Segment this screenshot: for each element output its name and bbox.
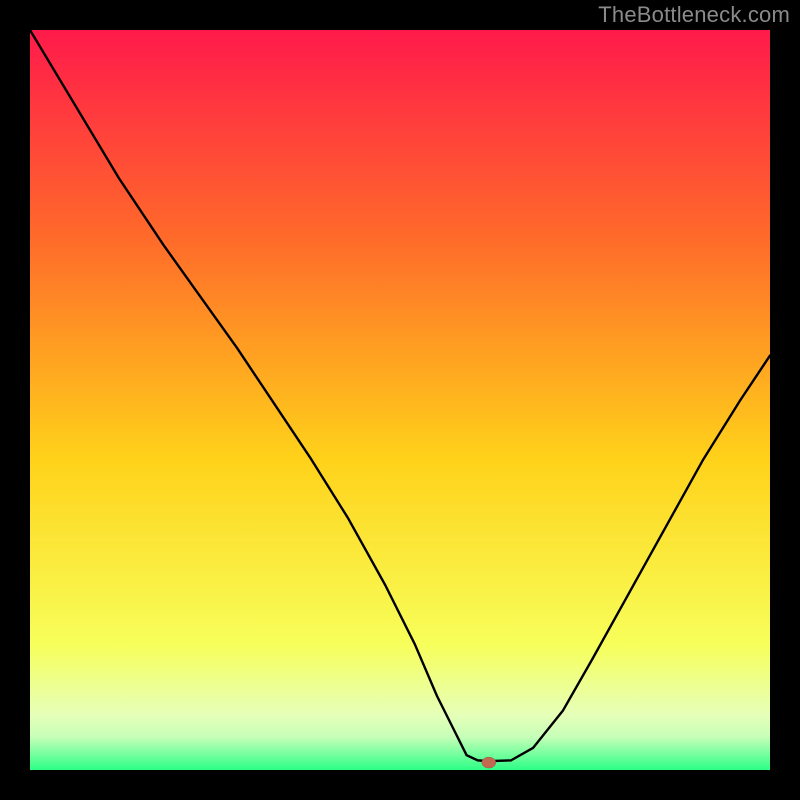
watermark-text: TheBottleneck.com xyxy=(598,2,790,28)
plot-area xyxy=(30,30,770,770)
optimal-point-marker xyxy=(482,757,496,768)
chart-svg xyxy=(30,30,770,770)
gradient-background xyxy=(30,30,770,770)
chart-frame: TheBottleneck.com xyxy=(0,0,800,800)
